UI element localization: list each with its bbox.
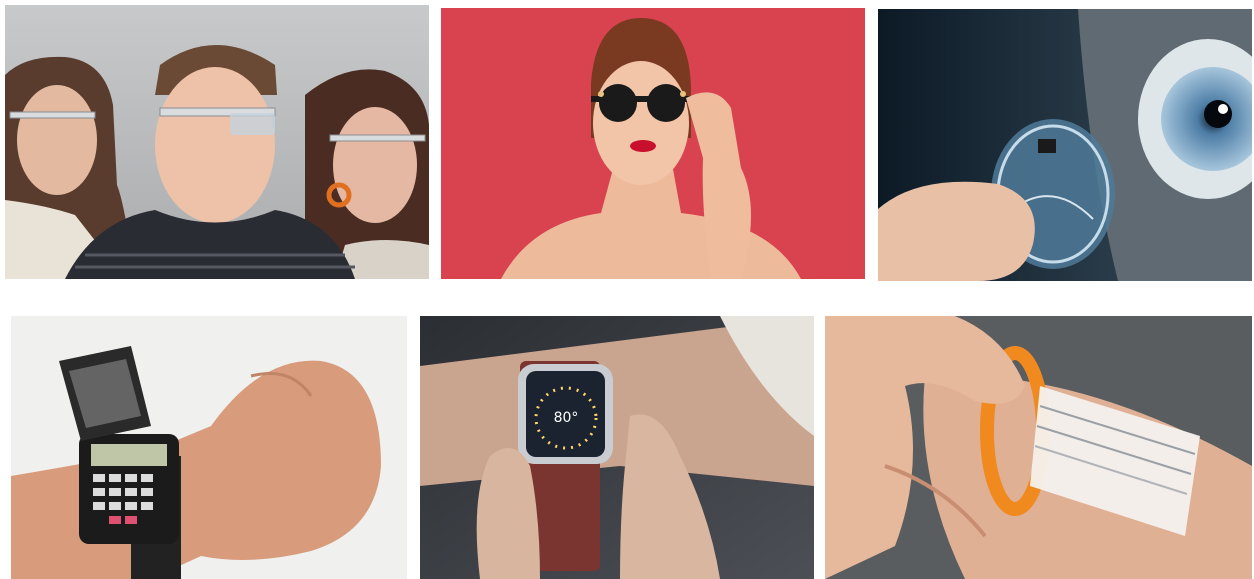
photo-calculator-watch	[11, 316, 407, 579]
photo-smart-contact-lens	[878, 9, 1252, 281]
photo-projected-arm-display	[825, 316, 1252, 579]
photo-smartwatch: 80°	[420, 316, 814, 579]
photo-woman-camera-sunglasses	[441, 8, 865, 279]
photo-smart-glasses-people	[5, 5, 429, 279]
watch-temperature: 80°	[554, 410, 579, 426]
